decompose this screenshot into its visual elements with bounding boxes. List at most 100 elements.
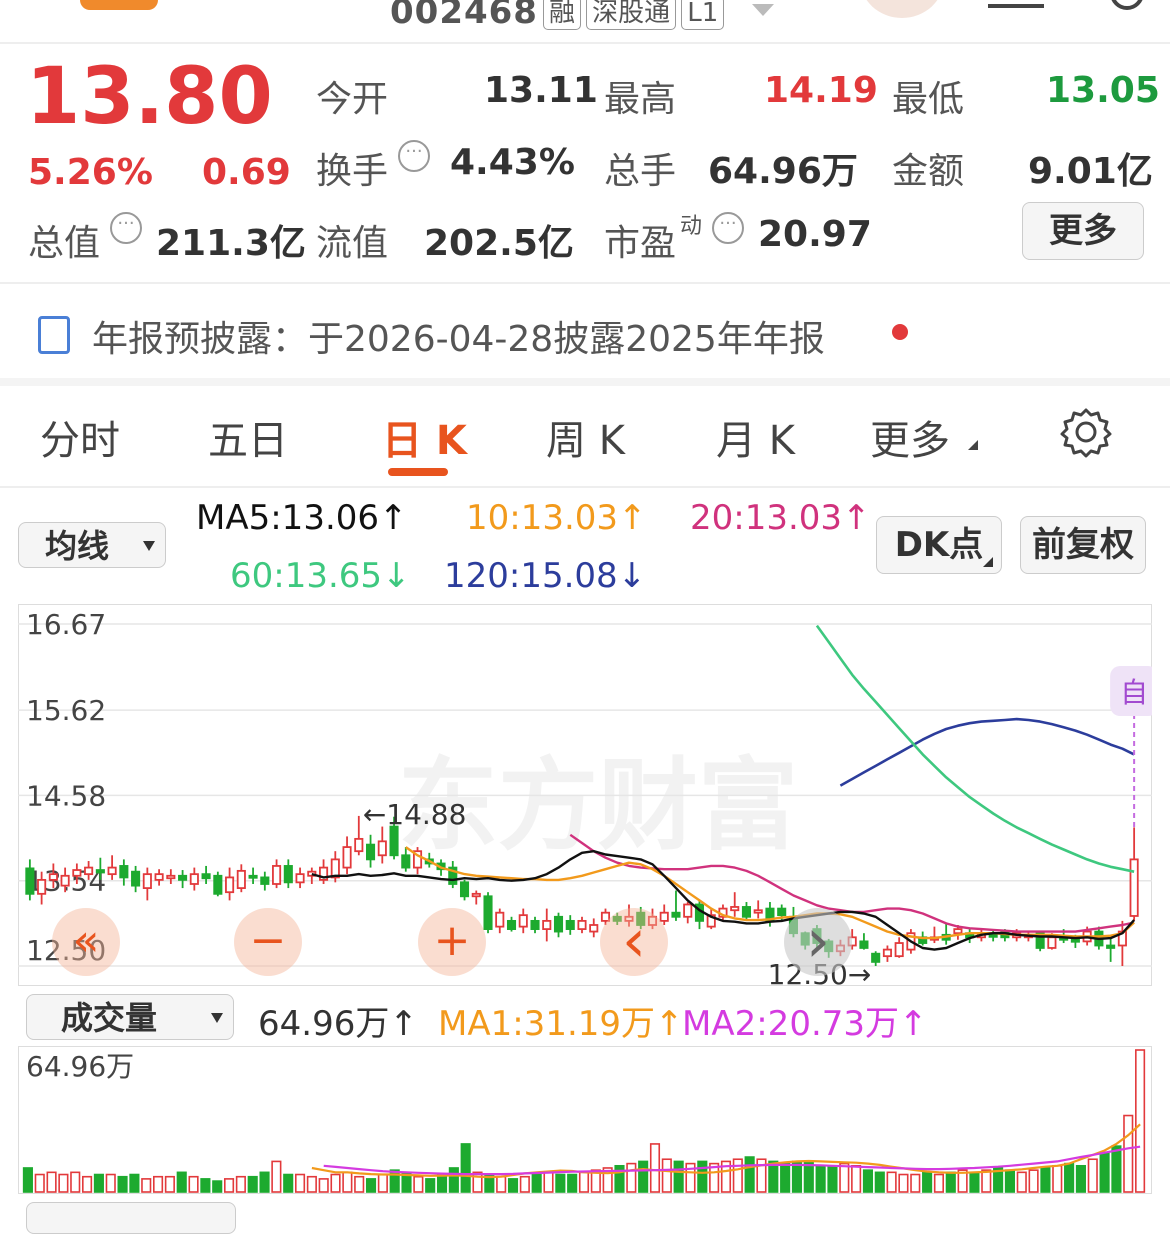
volume-ma1: MA1:31.19万↑	[438, 1004, 684, 1044]
volume-bar-down	[874, 1171, 885, 1193]
volume-bar-down	[93, 1173, 104, 1193]
candle-up	[518, 914, 528, 928]
market-cap-label: 总值	[28, 223, 101, 264]
zoom-out-button[interactable]: −	[234, 908, 302, 976]
volume-current: 64.96万↑	[258, 1004, 418, 1044]
pe-label: 市盈	[604, 223, 677, 264]
bottom-selector-partial[interactable]	[26, 1202, 236, 1234]
volume-bar-up	[839, 1162, 850, 1193]
candle-down	[1070, 938, 1080, 943]
adjust-button[interactable]: 前复权	[1020, 516, 1146, 574]
dk-point-button[interactable]: DK点	[876, 516, 1002, 574]
candle-up	[107, 866, 117, 876]
status-tag	[80, 0, 158, 10]
tab-more[interactable]: 更多	[870, 408, 950, 466]
volume-bar-down	[815, 1164, 826, 1193]
candle-down	[95, 869, 105, 874]
candle-down	[283, 865, 293, 884]
gear-icon[interactable]	[1060, 406, 1112, 458]
volume-bar-down	[259, 1171, 270, 1193]
candle-up	[882, 948, 892, 958]
search-icon[interactable]	[1110, 0, 1144, 10]
candle-down	[741, 906, 752, 918]
volume-ma2: MA2:20.73万↑	[682, 1004, 928, 1044]
tab-daily-k[interactable]: 日 K	[382, 408, 467, 466]
candle-up	[542, 919, 552, 930]
ma-selector[interactable]: 均线	[18, 522, 166, 568]
turnover-value: 4.43%	[450, 142, 575, 183]
candle-down	[248, 874, 258, 879]
volume-bar-up	[58, 1173, 69, 1193]
volume-bar-down	[1064, 1162, 1075, 1193]
amount-label: 金额	[892, 151, 965, 192]
jump-to-start-button[interactable]: «	[52, 908, 120, 976]
volume-bar-up	[306, 1175, 317, 1193]
volume-bar-down	[247, 1175, 258, 1193]
volume-bar-up	[1087, 1158, 1098, 1193]
volume-bar-up	[34, 1173, 45, 1193]
tag-level: L1	[681, 0, 725, 30]
tab-weekly-k[interactable]: 周 K	[546, 408, 625, 466]
volume-bar-up	[354, 1175, 365, 1193]
ma20-value: 20:13.03↑	[690, 498, 871, 538]
volume-bar-down	[200, 1178, 211, 1193]
candlestick-chart[interactable]: 东方财富16.6715.6214.5813.5412.50←14.8812.50…	[18, 604, 1152, 986]
volume-bar-down	[922, 1171, 933, 1193]
pe-info-icon[interactable]: ···	[712, 212, 744, 244]
corner-caret-icon	[983, 557, 993, 567]
zoom-in-button[interactable]: +	[418, 908, 486, 976]
tag-connect: 深股通	[586, 0, 677, 30]
open-value: 13.11	[484, 70, 598, 111]
volume-selector[interactable]: 成交量	[26, 994, 234, 1040]
volume-bar-up	[164, 1175, 175, 1193]
document-icon	[38, 316, 70, 354]
volume-bar-down	[117, 1175, 128, 1193]
volume-bar-up	[153, 1175, 164, 1193]
turnover-info-icon[interactable]: ···	[398, 140, 430, 172]
candle-down	[1106, 944, 1116, 949]
menu-icon[interactable]	[988, 0, 1044, 8]
change-percent: 5.26%	[28, 152, 153, 193]
candle-down	[213, 874, 223, 895]
volume-bar-down	[567, 1173, 578, 1193]
float-cap-label: 流值	[316, 223, 389, 264]
candle-up	[37, 878, 47, 895]
volume-bar-down	[448, 1167, 459, 1193]
notice-text[interactable]: 年报预披露：于2026-04-28披露2025年年报	[92, 310, 825, 362]
volume-bar-down	[638, 1160, 649, 1193]
dropdown-caret-icon	[143, 541, 155, 551]
candle-down	[777, 907, 787, 917]
volume-bar-down	[283, 1173, 294, 1193]
market-cap-info-icon[interactable]: ···	[110, 212, 142, 244]
scroll-prev-button[interactable]: ‹	[600, 908, 668, 976]
market-cap-value: 211.3亿	[156, 223, 306, 264]
candle-down	[530, 919, 540, 930]
tab-five-day[interactable]: 五日	[208, 408, 288, 466]
candle-down	[671, 911, 681, 918]
candle-down	[859, 940, 869, 949]
volume-chart[interactable]: 64.96万	[18, 1046, 1152, 1194]
volume-bar-up	[70, 1171, 81, 1193]
section-divider	[0, 282, 1170, 284]
candle-up	[577, 919, 587, 930]
candle-up	[1129, 858, 1139, 917]
volume-bar-down	[1075, 1164, 1086, 1193]
chevron-down-icon[interactable]	[752, 4, 774, 16]
more-button[interactable]: 更多	[1022, 202, 1144, 260]
scroll-next-button[interactable]: ›	[784, 908, 852, 976]
tab-monthly-k[interactable]: 月 K	[716, 408, 795, 466]
high-annotation: ←14.88	[363, 798, 467, 831]
volume-bar-down	[22, 1167, 33, 1193]
candle-up	[471, 892, 481, 898]
volume-bar-down	[945, 1171, 956, 1193]
candle-down	[506, 919, 517, 930]
volume-bar-down	[697, 1160, 708, 1193]
volume-bar-down	[744, 1156, 755, 1193]
candle-up	[189, 873, 199, 885]
tab-intraday[interactable]: 分时	[40, 408, 120, 466]
candle-up	[84, 866, 94, 876]
candle-up	[225, 876, 235, 894]
candle-up	[683, 903, 693, 918]
avatar[interactable]	[860, 0, 944, 18]
ma60-value: 60:13.65↓	[230, 556, 411, 596]
